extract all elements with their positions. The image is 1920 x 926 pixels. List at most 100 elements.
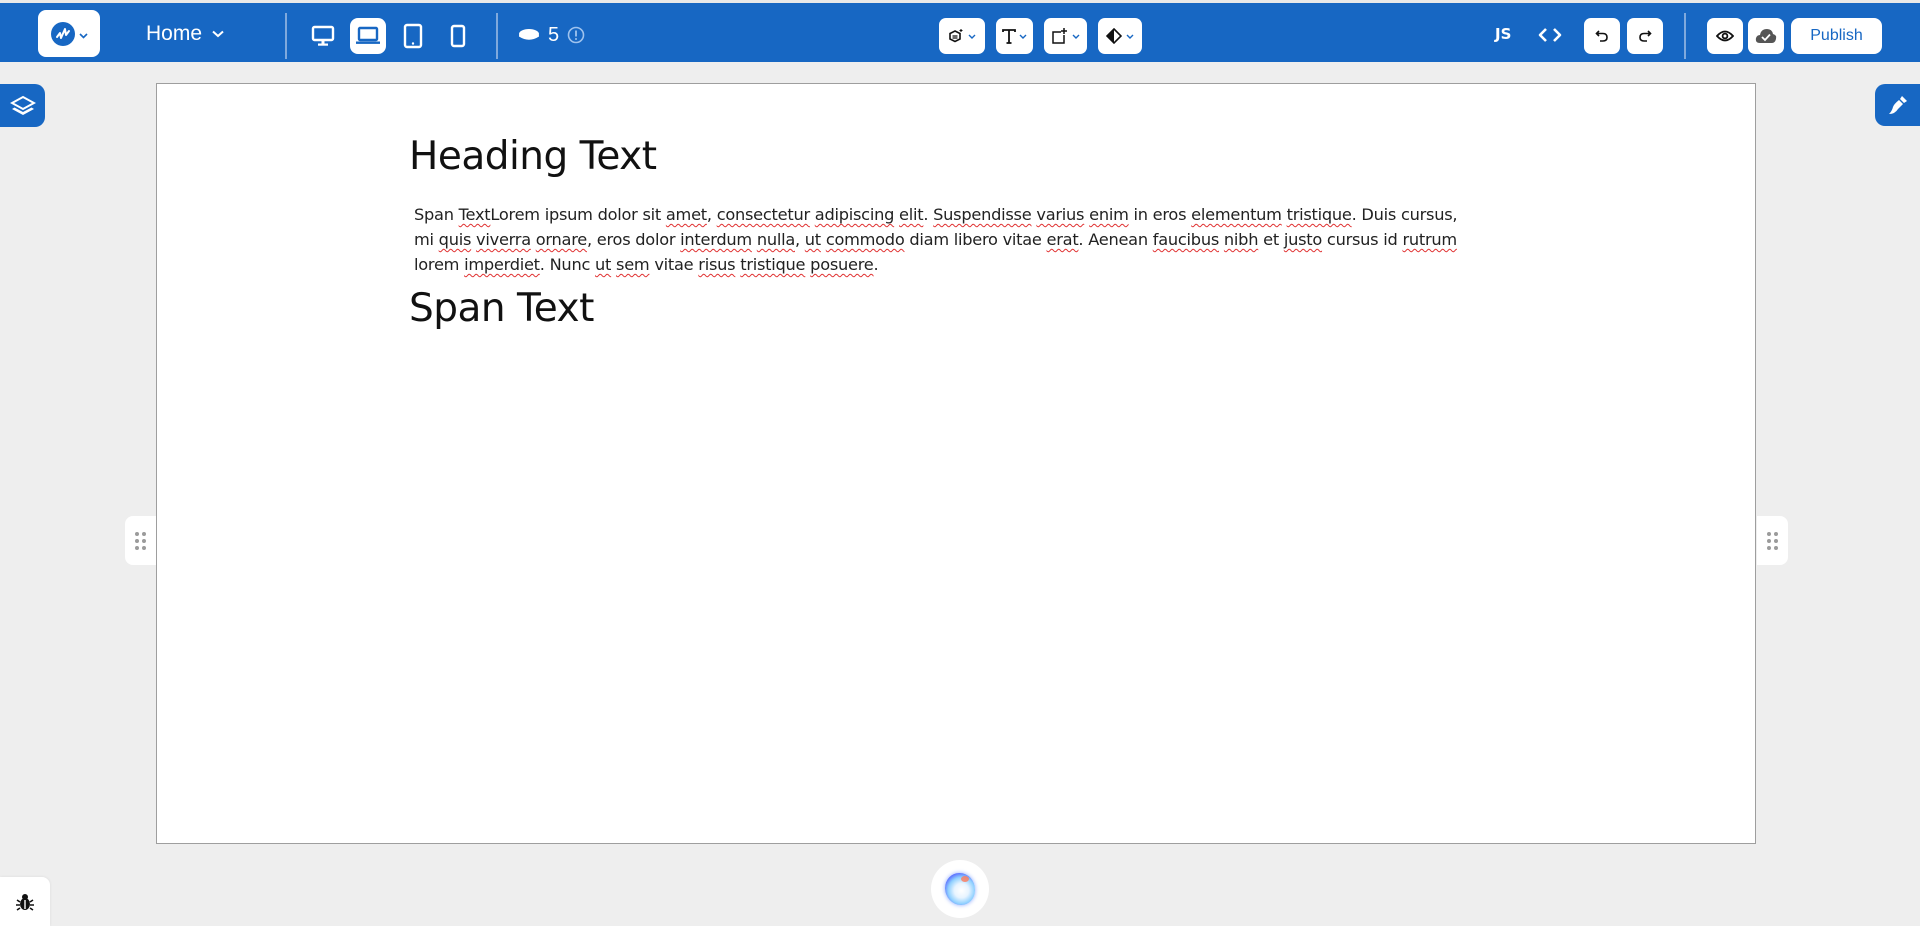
code-editor-button[interactable] [1535, 21, 1565, 49]
text-run: . [873, 255, 879, 274]
toolbar-divider [285, 13, 287, 59]
square-plus-icon [1052, 28, 1067, 44]
brush-icon [1888, 96, 1907, 114]
info-icon[interactable] [567, 26, 585, 44]
chevron-down-icon [78, 24, 88, 43]
paragraph-text[interactable]: Span TextLorem ipsum dolor sit amet, con… [414, 202, 1479, 277]
misspelled-word: varius [1036, 205, 1085, 224]
credits-indicator: 5 [518, 17, 585, 53]
misspelled-word: nulla [756, 230, 795, 249]
text-run: in eros [1128, 205, 1192, 224]
undo-icon [1595, 30, 1608, 42]
typography-tool-button[interactable] [996, 18, 1033, 54]
brand-logo-icon [50, 21, 75, 46]
misspelled-word: erat [1046, 230, 1079, 249]
redo-button[interactable] [1627, 18, 1663, 54]
cloud-check-icon [1755, 29, 1777, 43]
resize-handle-right[interactable] [1757, 516, 1788, 565]
chevron-down-icon [1019, 34, 1027, 39]
save-status-button[interactable] [1748, 18, 1784, 54]
misspelled-word: tristique [740, 255, 806, 274]
drag-handle-icon [1767, 531, 1778, 550]
device-mobile-button[interactable] [440, 18, 476, 54]
credits-count: 5 [548, 23, 560, 46]
text-run: vitae [649, 255, 699, 274]
undo-button[interactable] [1584, 18, 1620, 54]
color-tool-button[interactable] [1098, 18, 1142, 54]
text-run: lorem [414, 255, 465, 274]
device-desktop-button[interactable] [305, 18, 341, 54]
misspelled-word: tristique [1286, 205, 1352, 224]
text-run: . [923, 205, 934, 224]
preview-button[interactable] [1707, 18, 1743, 54]
ai-assistant-button[interactable] [931, 860, 989, 918]
debug-button[interactable] [0, 877, 50, 926]
chevron-down-icon [212, 30, 224, 38]
misspelled-word: amet [665, 205, 707, 224]
custom-js-button[interactable]: JS [1495, 25, 1511, 43]
page-canvas[interactable]: Heading Text Span TextLorem ipsum dolor … [156, 83, 1756, 844]
misspelled-word: elementum [1191, 205, 1282, 224]
ai-orb-icon [945, 873, 975, 905]
layers-panel-button[interactable] [0, 84, 45, 127]
text-icon [1002, 28, 1016, 44]
resize-handle-left[interactable] [125, 516, 156, 565]
text-run: Lorem ipsum dolor sit [490, 205, 666, 224]
editor-toolbar: Home 5 JS Publish [0, 3, 1920, 62]
add-element-tool-button[interactable] [1044, 18, 1087, 54]
misspelled-word: sem [616, 255, 650, 274]
publish-button[interactable]: Publish [1791, 18, 1882, 54]
style-panel-button[interactable] [1875, 84, 1920, 126]
contrast-fill-icon [1106, 28, 1122, 44]
toolbar-divider [496, 13, 498, 59]
misspelled-word: nibh [1223, 230, 1259, 249]
device-laptop-button[interactable] [350, 18, 386, 54]
misspelled-word: ornare [535, 230, 587, 249]
misspelled-word: justo [1283, 230, 1323, 249]
misspelled-word: ut [595, 255, 612, 274]
misspelled-word: adipiscing [814, 205, 895, 224]
tablet-icon [403, 23, 423, 49]
text-run: cursus id [1322, 230, 1403, 249]
device-tablet-button[interactable] [395, 18, 431, 54]
misspelled-word: interdum [680, 230, 752, 249]
misspelled-word: ut [804, 230, 821, 249]
text-run: , eros dolor [586, 230, 681, 249]
text-run: diam libero vitae [904, 230, 1047, 249]
drag-handle-icon [135, 531, 146, 550]
misspelled-word: commodo [825, 230, 905, 249]
misspelled-word: Text [458, 205, 491, 224]
misspelled-word: Suspendisse [933, 205, 1032, 224]
heading-text[interactable]: Heading Text [409, 134, 657, 179]
page-selector[interactable]: Home [146, 17, 224, 51]
mobile-icon [450, 24, 466, 48]
misspelled-word: rutrum [1402, 230, 1457, 249]
misspelled-word: consectetur [716, 205, 810, 224]
bug-icon [16, 893, 34, 911]
text-run: , [706, 205, 717, 224]
page-selector-label: Home [146, 22, 203, 45]
toolbar-divider [1684, 13, 1686, 59]
text-run: et [1258, 230, 1284, 249]
laptop-icon [356, 26, 380, 44]
misspelled-word: faucibus [1152, 230, 1220, 249]
chevron-down-icon [1126, 34, 1134, 39]
components-tool-button[interactable] [939, 18, 985, 54]
chevron-down-icon [968, 34, 976, 39]
misspelled-word: posuere [810, 255, 874, 274]
text-run: . Aenean [1078, 230, 1153, 249]
cube-add-icon [949, 29, 963, 43]
misspelled-word: imperdiet [464, 255, 540, 274]
coin-icon [519, 29, 539, 40]
misspelled-word: quis [438, 230, 472, 249]
text-run: . Nunc [539, 255, 595, 274]
code-icon [1538, 28, 1562, 42]
layers-icon [9, 95, 36, 115]
eye-icon [1716, 30, 1734, 42]
chevron-down-icon [1072, 34, 1080, 39]
desktop-icon [311, 25, 335, 46]
span-text[interactable]: Span Text [409, 286, 594, 331]
redo-icon [1639, 30, 1652, 42]
logo-menu-button[interactable] [38, 10, 100, 57]
misspelled-word: viverra [476, 230, 531, 249]
